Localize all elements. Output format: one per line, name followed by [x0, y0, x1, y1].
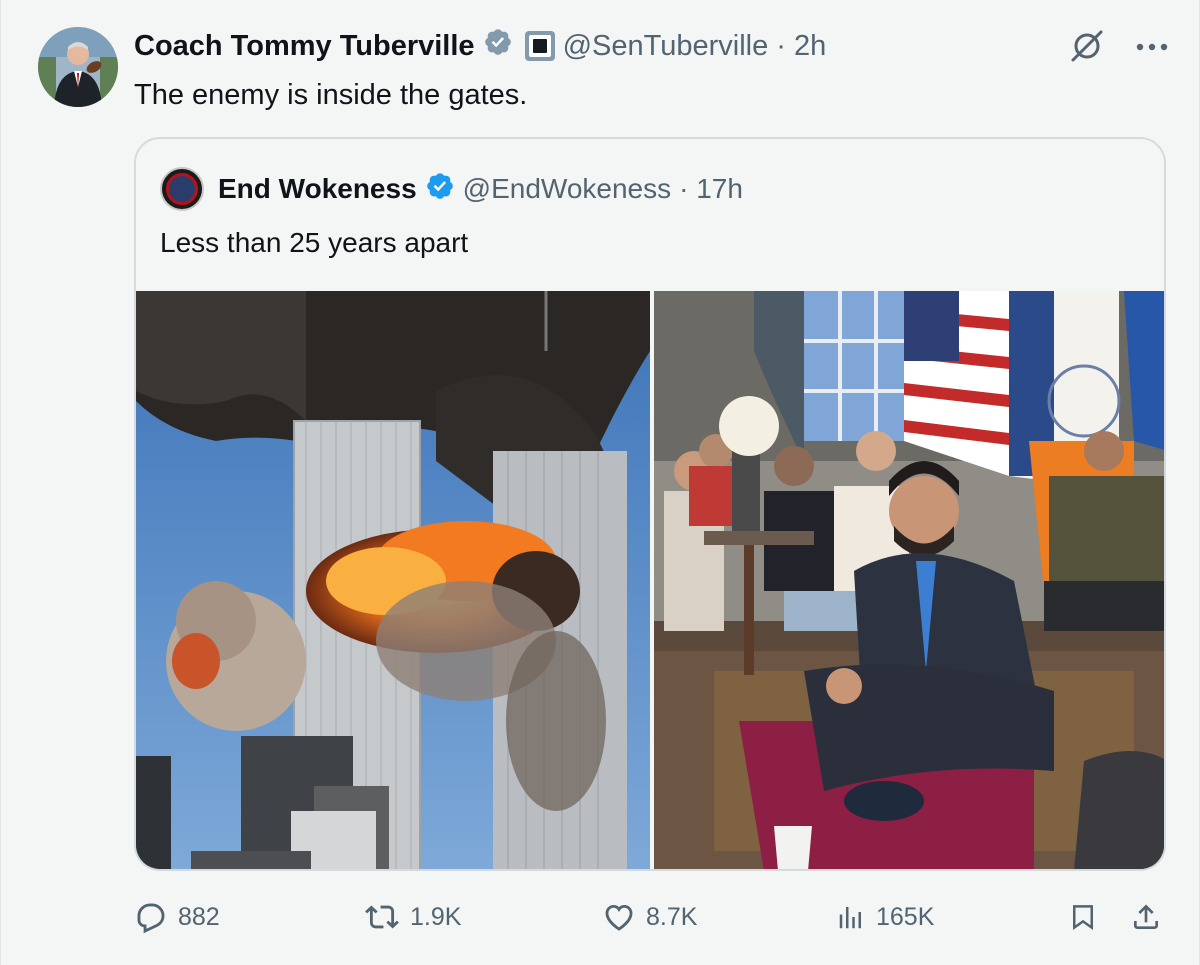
verified-badge-icon: [425, 171, 455, 208]
grok-icon[interactable]: [1067, 26, 1107, 71]
like-count: 8.7K: [646, 902, 698, 931]
repost-count: 1.9K: [410, 902, 462, 931]
author-avatar[interactable]: [38, 27, 118, 107]
bookmark-icon: [1068, 900, 1098, 934]
views-button[interactable]: 165K: [836, 895, 934, 939]
reply-button[interactable]: 882: [134, 895, 220, 939]
repost-button[interactable]: 1.9K: [364, 895, 461, 939]
tweet-card[interactable]: Coach Tommy Tuberville @SenTuberville · …: [0, 0, 1200, 965]
quoted-author-handle[interactable]: @EndWokeness: [463, 173, 671, 205]
quoted-text: Less than 25 years apart: [160, 227, 469, 258]
tweet-header: Coach Tommy Tuberville @SenTuberville · …: [134, 28, 826, 64]
top-actions: [1067, 26, 1169, 71]
government-badge-icon: [524, 31, 555, 61]
repost-icon: [364, 900, 400, 934]
quoted-tweet[interactable]: End Wokeness @EndWokeness · 17h Less tha…: [134, 137, 1166, 871]
views-count: 165K: [876, 902, 935, 931]
quoted-avatar[interactable]: [160, 167, 204, 211]
author-handle[interactable]: @SenTuberville: [563, 30, 769, 63]
share-button[interactable]: [1130, 895, 1162, 939]
tweet-text: The enemy is inside the gates.: [134, 79, 528, 111]
views-icon: [836, 902, 866, 932]
bookmark-button[interactable]: [1068, 895, 1098, 939]
reply-count: 882: [178, 902, 220, 931]
more-icon[interactable]: [1135, 40, 1169, 58]
quoted-time[interactable]: · 17h: [679, 173, 743, 205]
reply-icon: [134, 900, 168, 934]
media-image-left[interactable]: [136, 291, 650, 869]
quoted-header: End Wokeness @EndWokeness · 17h: [160, 167, 743, 211]
share-icon: [1130, 900, 1162, 934]
quoted-author-name[interactable]: End Wokeness: [218, 173, 417, 205]
author-name[interactable]: Coach Tommy Tuberville: [134, 30, 475, 63]
verified-badge-icon: [483, 27, 513, 65]
media-image-right[interactable]: [654, 291, 1164, 869]
like-button[interactable]: 8.7K: [602, 895, 697, 939]
like-icon: [602, 900, 636, 934]
action-bar: 882 1.9K 8.7K 165K: [134, 895, 1166, 939]
media-grid: [136, 291, 1164, 869]
tweet-time[interactable]: · 2h: [776, 30, 826, 63]
